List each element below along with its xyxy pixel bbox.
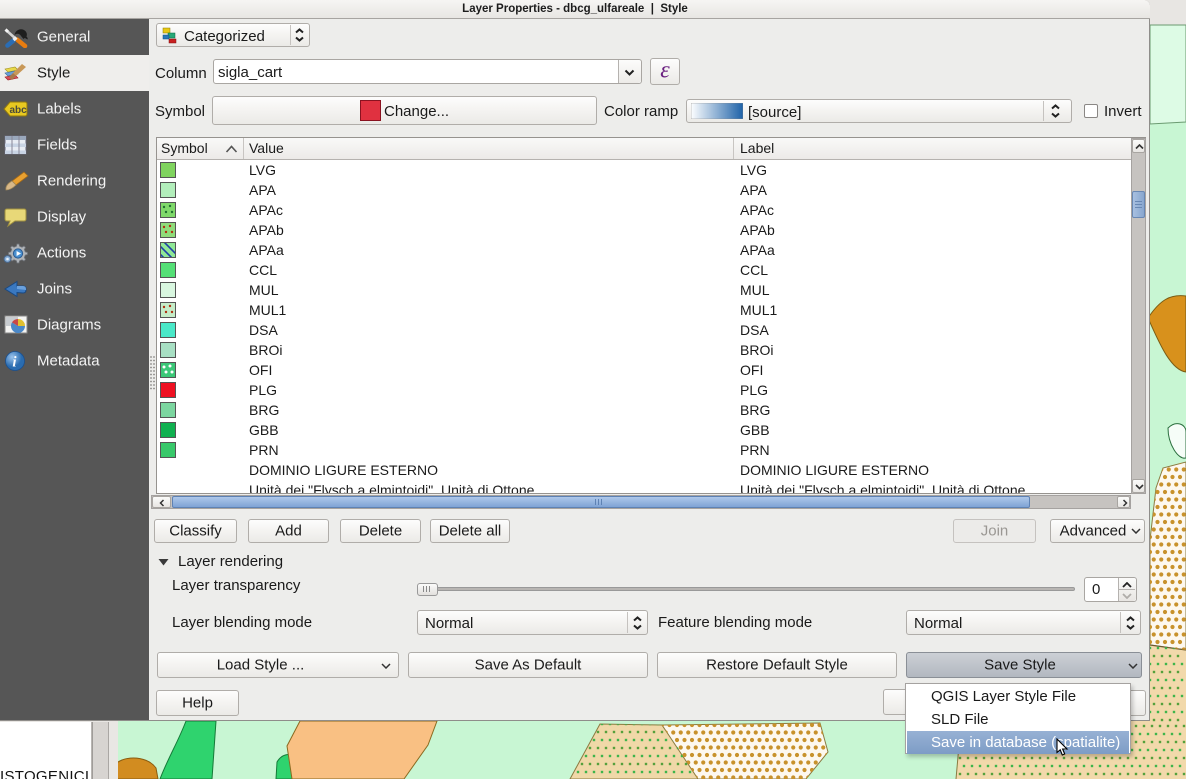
svg-text:abc: abc [10, 105, 28, 116]
